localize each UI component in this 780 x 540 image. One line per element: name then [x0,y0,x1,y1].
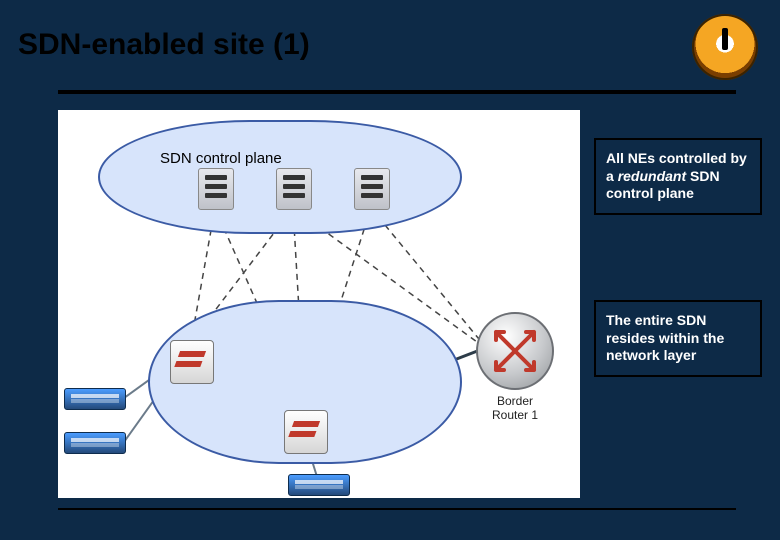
callout-box-1: All NEs controlled by a redundant SDN co… [594,138,762,215]
switch-icon [284,410,328,454]
control-plane-label: SDN control plane [160,150,282,167]
callout-text: The entire SDN resides within the networ… [606,312,724,363]
server-rack-icon [64,388,126,410]
border-router-label: BorderRouter 1 [476,394,554,423]
controller-icon [198,168,234,210]
divider-bottom [58,508,736,510]
divider-top [58,90,736,94]
border-router: BorderRouter 1 [476,312,554,423]
controller-icon [276,168,312,210]
server-rack-icon [288,474,350,496]
switch-icon [170,340,214,384]
router-icon [476,312,554,390]
slide-title: SDN-enabled site (1) [18,28,310,62]
controller-icon [354,168,390,210]
callout-box-2: The entire SDN resides within the networ… [594,300,762,377]
server-rack-icon [64,432,126,454]
network-diagram: SDN control plane BorderRouter 1 [58,110,580,498]
callout-emphasis: redundant [618,168,686,184]
caltech-logo-icon [692,14,758,80]
